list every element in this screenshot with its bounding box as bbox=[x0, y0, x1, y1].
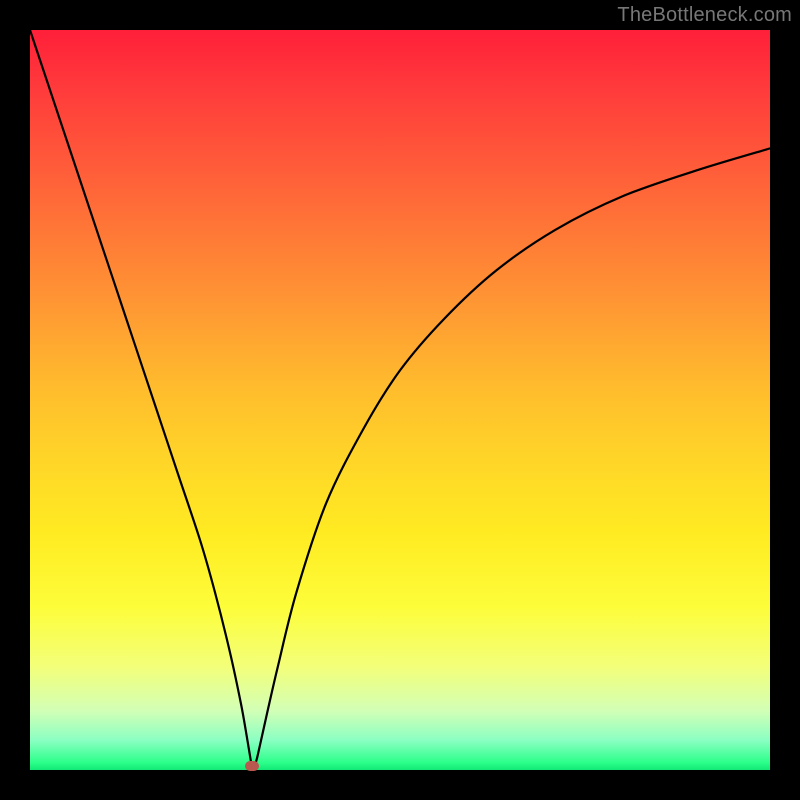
curve-svg bbox=[30, 30, 770, 770]
watermark-text: TheBottleneck.com bbox=[617, 4, 792, 27]
plot-area bbox=[30, 30, 770, 770]
chart-frame: TheBottleneck.com bbox=[0, 0, 800, 800]
bottleneck-curve-path bbox=[30, 30, 770, 766]
optimal-marker bbox=[245, 761, 259, 771]
